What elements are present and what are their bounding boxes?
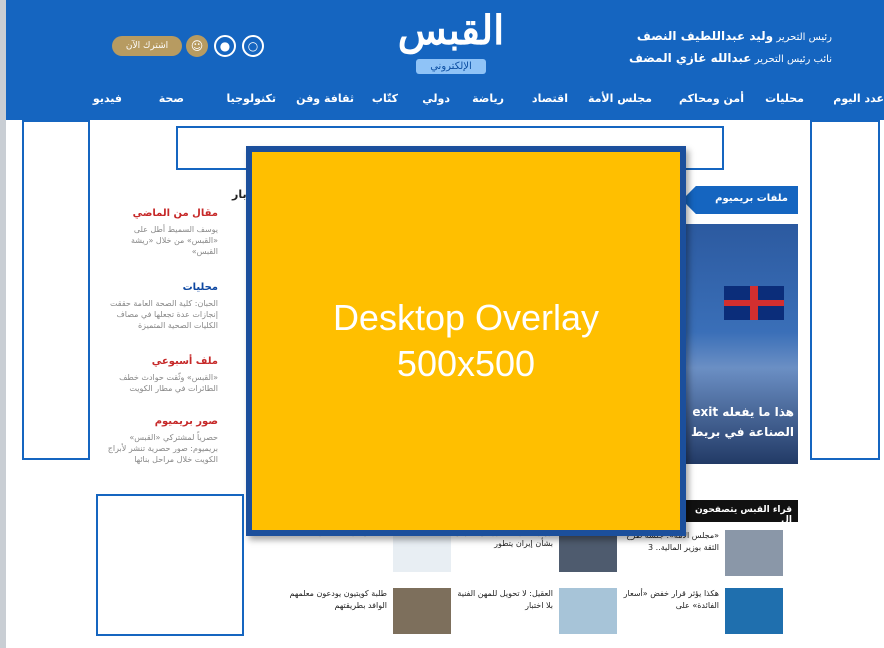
deputy-editor: نائب رئيس التحرير عبدالله غازي المضف xyxy=(606,48,832,70)
nav-item-video[interactable]: فيديو xyxy=(93,92,122,105)
deputy-editor-label: نائب رئيس التحرير xyxy=(754,54,832,65)
nav-item-local[interactable]: محليات xyxy=(765,92,804,105)
uk-flag-image xyxy=(724,286,784,320)
right-ad-slot[interactable] xyxy=(810,120,880,460)
rail-item-heading: صور بريميوم xyxy=(154,416,218,427)
nav-item-sports[interactable]: رياضة xyxy=(472,92,504,105)
news-thumbnail xyxy=(725,588,783,634)
premium-caption-line2: الصناعة في بريط xyxy=(690,425,794,439)
editor-in-chief-label: رئيس التحرير xyxy=(776,32,832,43)
nav-item-parliament[interactable]: مجلس الأمة xyxy=(588,92,652,105)
desktop-overlay-ad[interactable]: Desktop Overlay 500x500 xyxy=(246,146,686,536)
rail-item-body: الحبان: كلية الصحة العامة حققت إنجازات ع… xyxy=(109,299,218,330)
main-nav: عدد اليوم محليات أمن ومحاكم مجلس الأمة ا… xyxy=(56,92,884,116)
nav-item-culture-art[interactable]: ثقافة وفن xyxy=(296,92,354,105)
nav-item-writers[interactable]: كتّاب xyxy=(372,92,398,105)
bell-icon[interactable]: ● xyxy=(214,35,236,57)
news-card[interactable]: «مجلس الأمة»: جلسة طرح الثقة بوزير المال… xyxy=(618,530,783,578)
site-logo[interactable]: القبس الإلكتروني xyxy=(376,8,526,78)
rail-item-heading: مقال من الماضي xyxy=(132,208,218,219)
site-header: رئيس التحرير وليد عبداللطيف النصف نائب ر… xyxy=(6,0,884,120)
nav-item-today[interactable]: عدد اليوم xyxy=(833,92,884,105)
masthead-editors: رئيس التحرير وليد عبداللطيف النصف نائب ر… xyxy=(606,26,832,70)
news-card-title: طلبة كويتيون يودعون معلمهم الوافد بطريقت… xyxy=(289,589,387,610)
premium-caption-line1: هذا ما يفعله exit xyxy=(692,405,794,419)
premium-feature-image[interactable]: هذا ما يفعله exit الصناعة في بريط xyxy=(682,224,798,464)
overlay-size: 500x500 xyxy=(396,343,536,384)
rail-item-history[interactable]: مقال من الماضي يوسف السميط أطل على «القب… xyxy=(106,208,218,257)
left-ad-slot[interactable] xyxy=(22,120,90,460)
news-thumbnail xyxy=(393,588,451,634)
rail-item-body: «القبس» وثّقت حوادث خطف الطائرات في مطار… xyxy=(119,373,218,393)
page-frame: رئيس التحرير وليد عبداللطيف النصف نائب ر… xyxy=(6,0,884,648)
rail-item-weekly[interactable]: ملف أسبوعي «القبس» وثّقت حوادث خطف الطائ… xyxy=(106,356,218,394)
nav-item-health[interactable]: صحة xyxy=(159,92,184,105)
nav-item-economy[interactable]: اقتصاد xyxy=(532,92,568,105)
logo-wordmark: القبس xyxy=(397,7,505,54)
editor-in-chief-name: وليد عبداللطيف النصف xyxy=(636,29,774,43)
nav-item-international[interactable]: دولي xyxy=(422,92,450,105)
news-card-title: هكذا يؤثر قرار خفض «أسعار الفائدة» على xyxy=(623,589,719,610)
editor-in-chief: رئيس التحرير وليد عبداللطيف النصف xyxy=(606,26,832,48)
news-card-title: العقيل: لا تحويل للمهن الفنية بلا اختبار xyxy=(457,589,553,610)
news-card[interactable]: العقيل: لا تحويل للمهن الفنية بلا اختبار xyxy=(452,588,617,636)
nav-item-security-courts[interactable]: أمن ومحاكم xyxy=(679,92,744,105)
search-icon[interactable]: ○ xyxy=(242,35,264,57)
user-icon[interactable]: ☺ xyxy=(186,35,208,57)
news-thumbnail xyxy=(725,530,783,576)
overlay-title: Desktop Overlay xyxy=(332,297,600,338)
premium-caption: هذا ما يفعله exit الصناعة في بريط xyxy=(682,402,794,442)
rail-item-heading: ملف أسبوعي xyxy=(151,356,218,367)
news-thumbnail xyxy=(559,588,617,634)
subscribe-button[interactable]: اشترك الآن xyxy=(112,36,182,56)
news-card[interactable]: طلبة كويتيون يودعون معلمهم الوافد بطريقت… xyxy=(286,588,451,636)
premium-files-tag[interactable]: ملفات بريميوم xyxy=(682,186,798,214)
rail-item-premium-photos[interactable]: صور بريميوم حصرياً لمشتركي «القبس» بريمي… xyxy=(106,416,218,465)
news-card[interactable]: هكذا يؤثر قرار خفض «أسعار الفائدة» على xyxy=(618,588,783,636)
rail-title: بار xyxy=(232,188,247,201)
nav-item-technology[interactable]: تكنولوجيا xyxy=(227,92,277,105)
bottom-left-ad-slot[interactable] xyxy=(96,494,244,636)
rail-item-local[interactable]: محليات الحبان: كلية الصحة العامة حققت إن… xyxy=(106,282,218,331)
rail-item-body: يوسف السميط أطل على «القبس» من خلال «ريش… xyxy=(130,225,218,256)
readers-section-title: قراء القبس يتصفحون ال xyxy=(682,500,798,525)
logo-subtitle: الإلكتروني xyxy=(416,59,486,74)
rail-item-body: حصرياً لمشتركي «القبس» بريميوم: صور حصري… xyxy=(107,433,218,464)
deputy-editor-name: عبدالله غازي المضف xyxy=(628,51,752,65)
rail-item-heading: محليات xyxy=(182,282,218,293)
